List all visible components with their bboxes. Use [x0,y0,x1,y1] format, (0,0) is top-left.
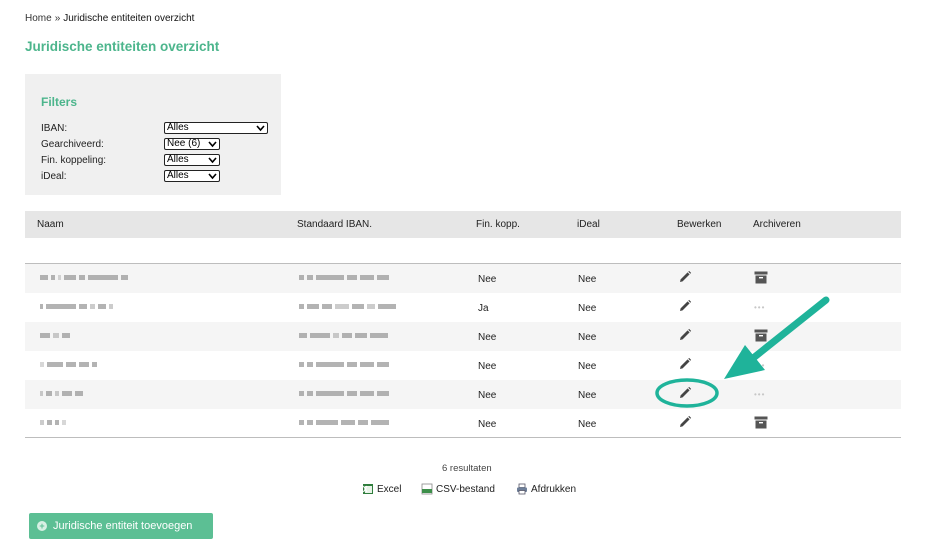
redacted-iban [299,304,396,309]
export-excel-link[interactable]: Excel [362,483,401,495]
fin-kopp-value: Ja [478,303,489,314]
filter-ideal-select[interactable]: Alles [164,170,220,182]
export-excel-label: Excel [377,483,402,495]
fin-kopp-value: Nee [478,419,497,430]
more-dots-icon: ••• [754,361,766,370]
ideal-value: Nee [578,361,597,372]
export-csv-label: CSV-bestand [436,483,495,495]
ideal-value: Nee [578,332,597,343]
filter-archived-value: Nee (6) [167,138,201,149]
export-csv-link[interactable]: CSV-bestand [421,483,495,495]
redacted-name [40,362,97,367]
table-row: Nee Nee ••• [25,351,901,380]
filter-iban-label: IBAN: [41,123,68,134]
filter-iban-value: Alles [167,122,189,133]
excel-icon [362,484,373,494]
redacted-iban [299,420,389,425]
archive-icon[interactable] [754,416,768,429]
filter-fin-koppeling-label: Fin. koppeling: [41,155,107,166]
ideal-value: Nee [578,390,597,401]
chevron-down-icon [208,157,217,164]
redacted-iban [299,333,388,338]
plus-circle-icon: + [37,521,47,531]
redacted-name [40,420,66,425]
table-bottom-border [25,437,901,438]
fin-kopp-value: Nee [478,390,497,401]
chevron-down-icon [208,173,217,180]
pencil-icon[interactable] [678,299,692,313]
archive-icon[interactable] [754,329,768,342]
filter-ideal-value: Alles [167,170,189,181]
pencil-icon[interactable] [678,415,692,429]
pencil-icon[interactable] [678,357,692,371]
column-header-iban[interactable]: Standaard IBAN. [297,219,372,230]
add-legal-entity-label: Juridische entiteit toevoegen [53,520,193,532]
filter-iban-select[interactable]: Alles [164,122,268,134]
chevron-down-icon [256,125,265,132]
ideal-value: Nee [578,303,597,314]
export-print-label: Afdrukken [531,483,577,495]
ideal-value: Nee [578,274,597,285]
fin-kopp-value: Nee [478,361,497,372]
more-dots-icon: ••• [754,303,766,312]
column-header-ideal[interactable]: iDeal [577,219,600,230]
pencil-icon[interactable] [678,328,692,342]
table-row: Nee Nee [25,264,901,293]
ideal-value: Nee [578,419,597,430]
redacted-iban [299,362,389,367]
results-count: 6 resultaten [442,463,492,474]
redacted-iban [299,275,389,280]
export-print-link[interactable]: Afdrukken [516,483,576,495]
redacted-name [40,275,128,280]
redacted-name [40,391,83,396]
filter-archived-label: Gearchiveerd: [41,139,104,150]
breadcrumb-separator: » [54,13,61,24]
breadcrumb: Home» Juridische entiteiten overzicht [25,13,194,24]
breadcrumb-home[interactable]: Home [25,13,52,24]
printer-icon [517,483,527,495]
csv-icon [421,483,433,495]
redacted-iban [299,391,389,396]
breadcrumb-current: Juridische entiteiten overzicht [63,13,195,24]
fin-kopp-value: Nee [478,332,497,343]
add-legal-entity-button[interactable]: + Juridische entiteit toevoegen [29,513,213,539]
chevron-down-icon [208,141,217,148]
table-row: Nee Nee [25,409,901,438]
table-row: Nee Nee ••• [25,380,901,409]
pencil-icon[interactable] [678,386,692,400]
redacted-name [40,304,113,309]
filter-fin-koppeling-select[interactable]: Alles [164,154,220,166]
redacted-name [40,333,70,338]
more-dots-icon: ••• [754,390,766,399]
filter-fin-koppeling-value: Alles [167,154,189,165]
column-header-fin-kopp[interactable]: Fin. kopp. [476,219,520,230]
filters-title: Filters [41,95,78,109]
filters-panel: Filters IBAN: Alles Gearchiveerd: Nee (6… [25,74,281,195]
column-header-bewerken: Bewerken [677,219,722,230]
table-header: Naam Standaard IBAN. Fin. kopp. iDeal Be… [25,211,901,238]
column-header-naam[interactable]: Naam [37,219,64,230]
column-header-archiveren: Archiveren [753,219,801,230]
fin-kopp-value: Nee [478,274,497,285]
table-row: Ja Nee ••• [25,293,901,322]
filter-ideal-label: iDeal: [41,171,67,182]
table-row: Nee Nee [25,322,901,351]
pencil-icon[interactable] [678,270,692,284]
page-title: Juridische entiteiten overzicht [25,39,220,54]
filter-archived-select[interactable]: Nee (6) [164,138,220,150]
archive-icon[interactable] [754,271,768,284]
